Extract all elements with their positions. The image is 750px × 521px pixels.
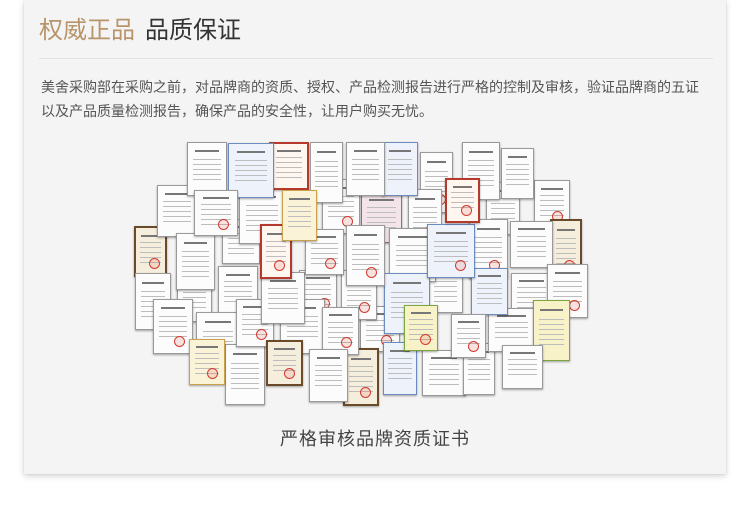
stamp-seal-icon (206, 367, 218, 379)
description-text: 美舍采购部在采购之前，对品牌商的资质、授权、产品检测报告进行严格的控制及审核，验… (41, 80, 699, 120)
certificate-document (153, 299, 193, 354)
certificate-document (343, 348, 379, 406)
certificate-document (382, 142, 418, 196)
quality-guarantee-card: 权威正品 品质保证 美舍采购部在采购之前，对品牌商的资质、授权、产品检测报告进行严… (24, 0, 726, 474)
certificate-document (322, 307, 359, 355)
stamp-seal-icon (454, 259, 466, 271)
stamp-seal-icon (468, 340, 480, 352)
certificate-document (189, 339, 225, 385)
stamp-seal-icon (360, 386, 372, 398)
stamp-seal-icon (273, 259, 285, 271)
stamp-seal-icon (366, 266, 378, 278)
stamp-seal-icon (218, 218, 230, 230)
stamp-seal-icon (461, 205, 473, 217)
certificate-document (194, 190, 238, 236)
certificate-document (471, 268, 508, 315)
stamp-seal-icon (174, 335, 186, 347)
certificate-document (346, 225, 385, 286)
stamp-seal-icon (358, 302, 370, 314)
certificate-document (309, 349, 348, 402)
stamp-seal-icon (568, 299, 580, 311)
certificate-document (176, 233, 215, 290)
certificate-document (404, 305, 438, 351)
certificate-document (269, 142, 309, 190)
certificate-document (427, 224, 475, 278)
certificate-document (451, 314, 486, 358)
stamp-seal-icon (325, 257, 337, 269)
certificate-document (445, 178, 480, 223)
stamp-seal-icon (420, 333, 432, 345)
stamp-seal-icon (255, 329, 267, 341)
title-divider (39, 58, 713, 59)
certificate-document (502, 345, 543, 389)
certificate-collage-image (134, 142, 594, 418)
title-accent-text: 权威正品 (39, 16, 135, 44)
certificate-document (510, 221, 553, 268)
certificate-document (282, 190, 317, 241)
certificate-document (266, 340, 303, 386)
certificate-document (501, 148, 534, 199)
stamp-seal-icon (148, 258, 160, 270)
title-main-text: 品质保证 (145, 16, 241, 44)
certificate-document (187, 142, 227, 196)
certificate-document (346, 142, 385, 196)
certificate-document (261, 272, 305, 324)
stamp-seal-icon (340, 337, 352, 349)
certificate-document (225, 344, 265, 405)
section-title: 权威正品 品质保证 (39, 14, 241, 46)
collage-caption: 严格审核品牌资质证书 (280, 429, 470, 450)
stamp-seal-icon (284, 367, 296, 379)
